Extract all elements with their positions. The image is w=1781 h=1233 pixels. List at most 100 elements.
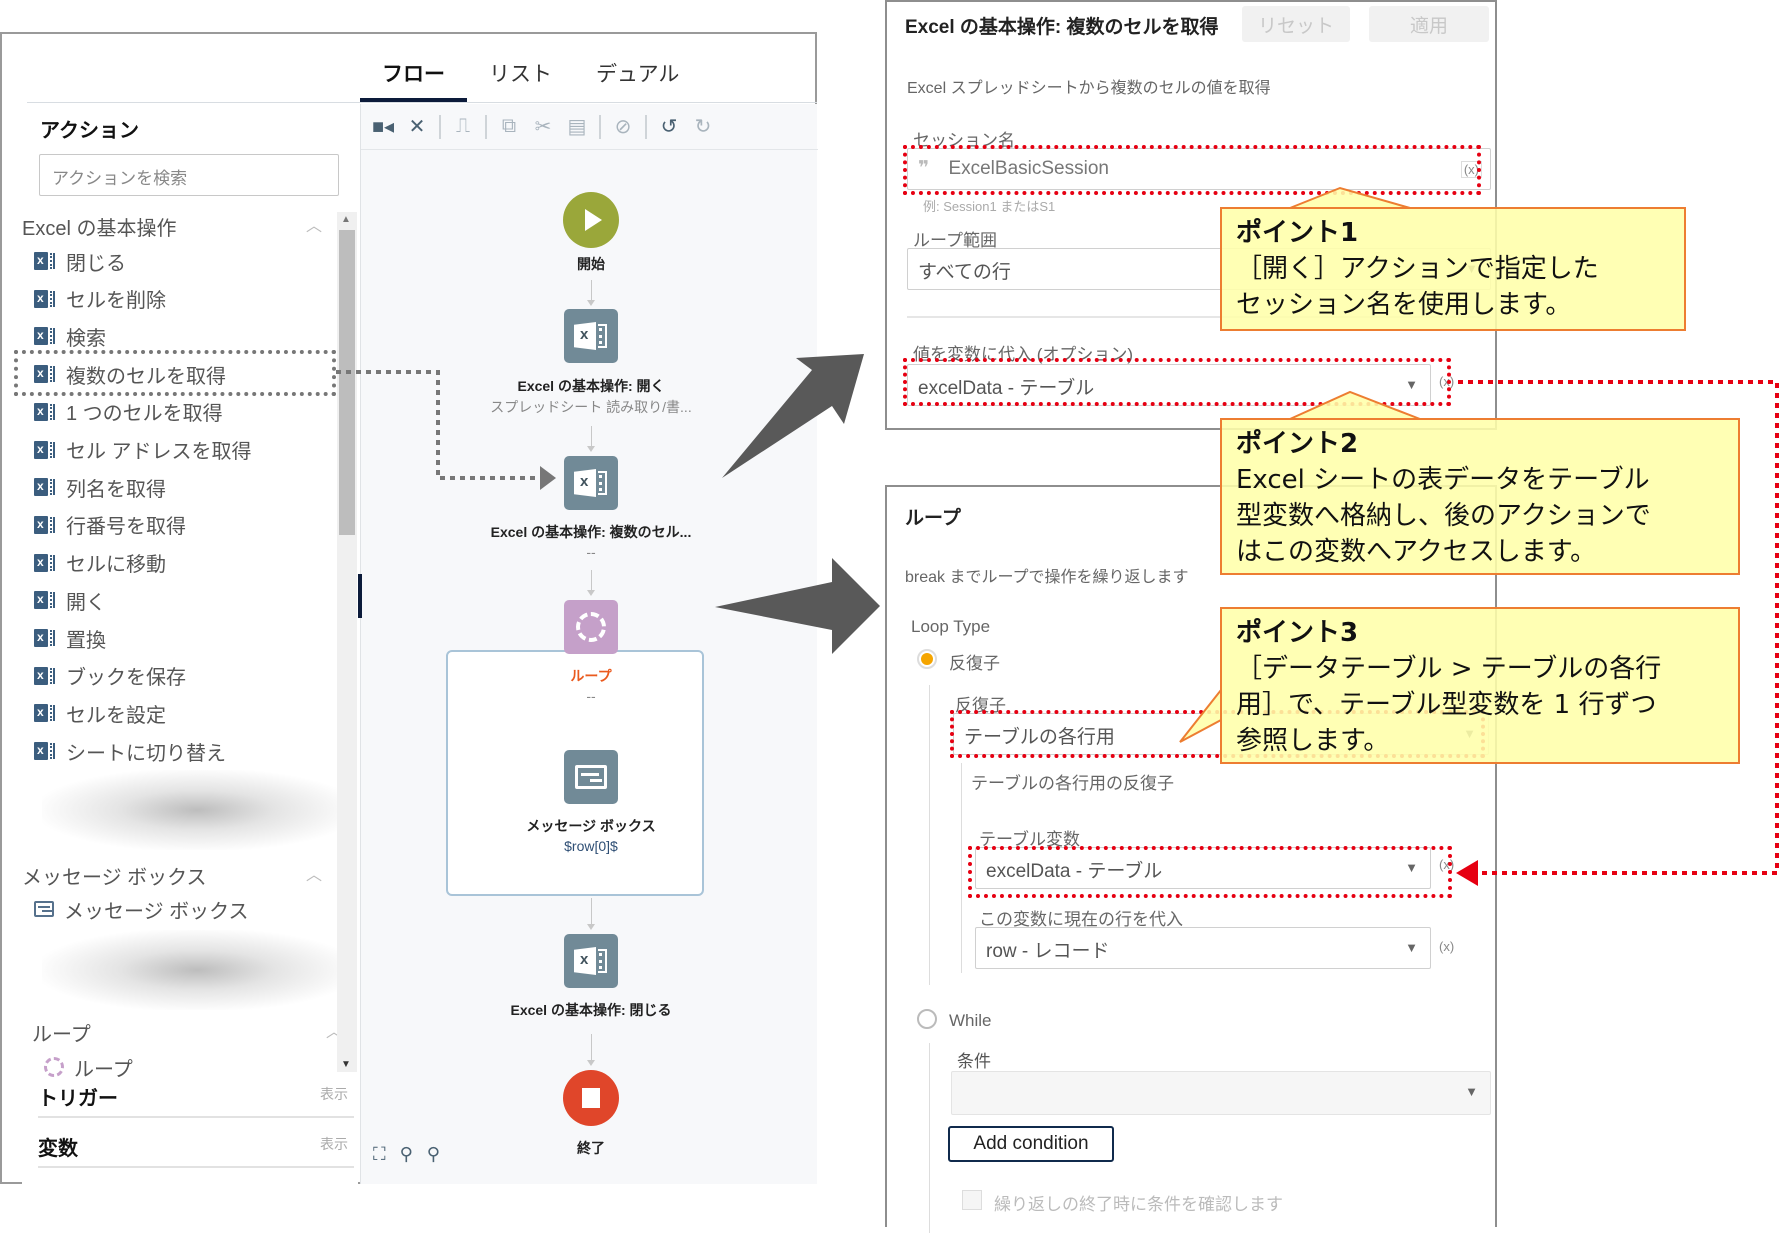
radio-while[interactable] (917, 1009, 937, 1029)
toolbar-divider (439, 114, 441, 139)
copy-icon[interactable]: ⧉ (497, 115, 521, 138)
tab-dual[interactable]: デュアル (574, 50, 701, 102)
flow-node-message-box[interactable] (564, 750, 618, 804)
redo-icon[interactable]: ↻ (691, 114, 715, 139)
callout-line: 型変数へ格納し、後のアクションで (1236, 501, 1651, 531)
sidebar-item-label: 開く (66, 591, 106, 614)
dropdown-icon: ▼ (1465, 1084, 1478, 1099)
check-at-end-checkbox[interactable] (962, 1190, 982, 1210)
sidebar-item-label: 検索 (66, 327, 106, 350)
node-title: Excel の基本操作: 複数のセル... (490, 524, 692, 540)
sidebar-item-excel-action[interactable]: 検索 (34, 321, 106, 351)
sidebar-item-excel-action[interactable]: 置換 (34, 623, 106, 653)
sidebar-item-excel-action[interactable]: セルを設定 (34, 698, 166, 728)
cut-icon[interactable]: ✂ (531, 114, 555, 139)
apply-button[interactable]: 適用 (1369, 6, 1489, 42)
flow-node-excel-close[interactable] (564, 934, 618, 988)
callout-point-1: ポイント1 ［開く］アクションで指定した セッション名を使用します。 (1220, 207, 1686, 331)
sidebar-item-excel-action[interactable]: 行番号を取得 (34, 510, 186, 540)
excel-icon (34, 666, 56, 686)
condition-select[interactable]: ▼ (951, 1071, 1491, 1115)
record-icon[interactable]: ■◂ (371, 114, 395, 139)
triggers-section[interactable]: トリガー 表示 (38, 1070, 354, 1118)
callout-line: 用］で、テーブル型変数を 1 行ずつ (1236, 690, 1657, 720)
view-tabs: フロー リスト デュアル (360, 50, 701, 102)
sidebar-item-excel-action[interactable]: 開く (34, 585, 106, 615)
stop-icon (582, 1088, 600, 1108)
insert-variable-icon[interactable]: (x) (1439, 857, 1454, 872)
sidebar-item-label: ブックを保存 (66, 667, 186, 690)
zoom-in-icon[interactable]: ⚲ (427, 1144, 440, 1165)
tab-flow[interactable]: フロー (360, 50, 467, 102)
insert-variable-icon[interactable]: (x) (1460, 161, 1482, 178)
actions-sidebar: アクション アクションを検索 Excel の基本操作 ︿ 閉じるセルを削除検索複… (22, 104, 358, 1184)
radio-iterator[interactable] (917, 649, 937, 669)
group-excel-basic[interactable]: Excel の基本操作 ︿ (22, 212, 322, 241)
table-variable-value: excelData - テーブル (986, 861, 1163, 882)
highlight-icon[interactable]: ⎍ (451, 115, 475, 138)
connector (587, 280, 595, 306)
iterator-value: テーブルの各行用 (964, 727, 1115, 748)
actions-title: アクション (40, 120, 139, 142)
flow-node-excel-get-cells[interactable] (564, 456, 618, 510)
session-name-input[interactable]: ❞ ExcelBasicSession (x) (907, 148, 1491, 190)
callout-point-3: ポイント3 ［データテーブル > テーブルの各行 用］で、テーブル型変数を 1 … (1220, 607, 1740, 764)
insert-variable-icon[interactable]: (x) (1439, 939, 1454, 954)
excel-icon (34, 703, 56, 723)
node-title: メッセージ ボックス (526, 818, 656, 834)
reset-button[interactable]: リセット (1242, 6, 1350, 42)
recorder-settings-icon[interactable]: ✕ (405, 114, 429, 139)
tab-list[interactable]: リスト (467, 50, 574, 102)
sidebar-item-excel-action[interactable]: セルに移動 (34, 548, 166, 578)
sidebar-item-excel-action[interactable]: セルを削除 (34, 284, 166, 314)
excel-icon (34, 590, 56, 610)
fit-screen-icon[interactable]: ⛶ (373, 1144, 386, 1165)
session-name-value: ExcelBasicSession (948, 158, 1109, 179)
group-message-box[interactable]: メッセージ ボックス ︿ (22, 861, 322, 890)
sidebar-item-excel-action[interactable]: 複数のセルを取得 (34, 359, 226, 389)
flow-node-loop[interactable] (564, 600, 618, 654)
node-subtitle: -- (586, 544, 596, 560)
triggers-show-link[interactable]: 表示 (320, 1084, 348, 1104)
undo-icon[interactable]: ↺ (657, 114, 681, 139)
row-variable-select[interactable]: row - レコード ▼ (975, 927, 1431, 969)
assign-variable-value: excelData - テーブル (918, 378, 1095, 399)
blurred-region (42, 770, 352, 850)
scroll-down-icon[interactable]: ▼ (341, 1059, 351, 1070)
sidebar-item-excel-action[interactable]: ブックを保存 (34, 661, 186, 691)
paste-icon[interactable]: ▤ (565, 114, 589, 139)
excel-icon (574, 319, 608, 353)
action-search-input[interactable]: アクションを検索 (39, 154, 339, 196)
panel-title: Excel の基本操作: 複数のセルを取得 (905, 17, 1219, 38)
sidebar-item-message-box[interactable]: メッセージ ボックス (34, 894, 249, 924)
callout-line: セッション名を使用します。 (1236, 290, 1572, 320)
excel-icon (34, 553, 56, 573)
excel-icon (34, 628, 56, 648)
scrollbar-thumb[interactable] (339, 230, 355, 535)
insert-variable-icon[interactable]: (x) (1439, 374, 1454, 389)
sidebar-item-excel-action[interactable]: シートに切り替え (34, 736, 226, 766)
node-subtitle: -- (586, 688, 596, 704)
indent-guide (961, 763, 962, 973)
chevron-up-icon[interactable]: ︿ (306, 212, 322, 236)
sidebar-item-label: セルを削除 (66, 290, 166, 313)
sidebar-item-excel-action[interactable]: 1 つのセルを取得 (34, 397, 223, 427)
add-condition-button[interactable]: Add condition (948, 1126, 1114, 1162)
chevron-up-icon[interactable]: ︿ (306, 861, 322, 885)
table-variable-select[interactable]: excelData - テーブル ▼ (975, 847, 1431, 889)
variables-show-link[interactable]: 表示 (320, 1134, 348, 1154)
disable-icon[interactable]: ⊘ (611, 114, 635, 139)
end-node[interactable] (563, 1070, 619, 1126)
zoom-out-icon[interactable]: ⚲ (400, 1144, 413, 1165)
variables-label: 変数 (38, 1138, 78, 1160)
start-node[interactable] (563, 192, 619, 248)
panel-description: Excel スプレッドシートから複数のセルの値を取得 (907, 80, 1271, 97)
variables-section[interactable]: 変数 表示 (38, 1120, 354, 1168)
scroll-up-icon[interactable]: ▲ (341, 214, 351, 225)
sidebar-item-excel-action[interactable]: セル アドレスを取得 (34, 435, 252, 465)
flow-node-excel-open[interactable] (564, 309, 618, 363)
sidebar-item-excel-action[interactable]: 閉じる (34, 246, 126, 276)
assign-variable-select[interactable]: excelData - テーブル ▼ (907, 364, 1431, 406)
group-loop[interactable]: ループ ︿ (32, 1018, 342, 1047)
sidebar-item-excel-action[interactable]: 列名を取得 (34, 472, 166, 502)
